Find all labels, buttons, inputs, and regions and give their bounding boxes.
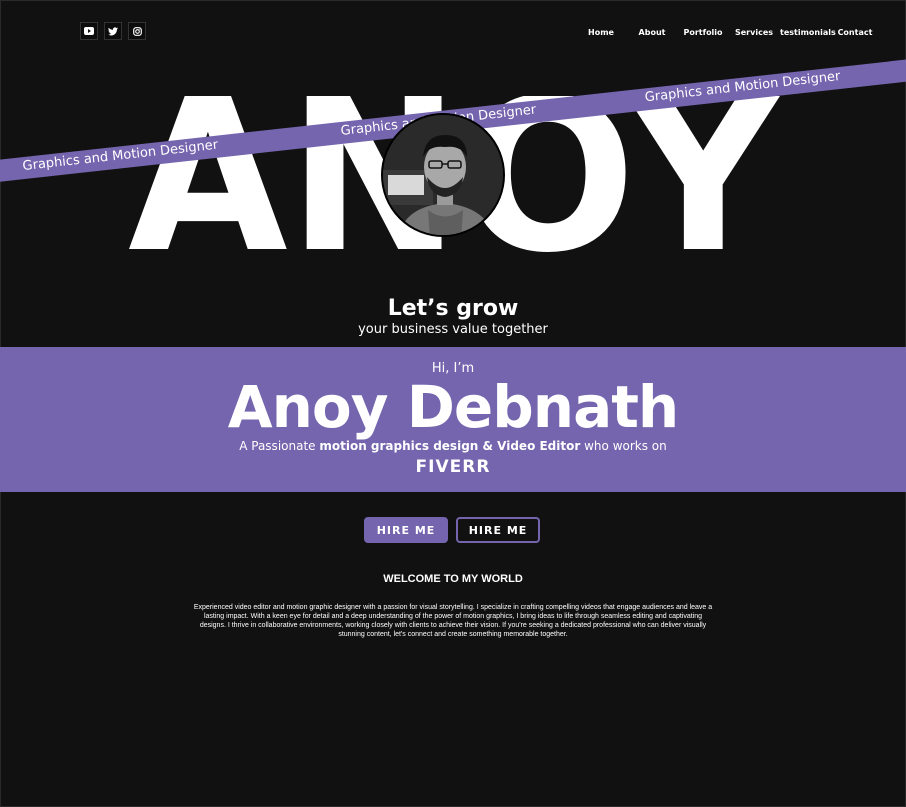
main-nav: Home About Portfolio Services testimonia… [576,28,880,37]
nav-services[interactable]: Services [728,28,780,37]
platform-name: FIVERR [415,457,491,477]
nav-testimonials[interactable]: testimonials [780,28,836,37]
tagline: A Passionate motion graphics design & Vi… [0,439,906,453]
intro-band: Hi, I’m Anoy Debnath A Passionate motion… [0,347,906,492]
twitter-icon[interactable] [104,22,122,40]
tagline-bold: motion graphics design & Video Editor [319,439,581,453]
youtube-icon[interactable] [80,22,98,40]
hire-me-outline-button[interactable]: HIRE ME [456,517,540,543]
person-name: Anoy Debnath [227,373,679,441]
avatar-illustration [383,115,503,235]
nav-home[interactable]: Home [576,28,626,37]
welcome-heading: WELCOME TO MY WORLD [383,573,523,585]
grow-subtitle: your business value together [358,322,548,337]
tagline-prefix: A Passionate [239,439,320,453]
nav-contact[interactable]: Contact [830,28,880,37]
grow-title: Let’s grow [387,296,519,321]
instagram-icon[interactable] [128,22,146,40]
nav-portfolio[interactable]: Portfolio [678,28,728,37]
tagline-suffix: who works on [580,439,667,453]
hire-me-button[interactable]: HIRE ME [364,517,448,543]
nav-about[interactable]: About [626,28,678,37]
about-text: Experienced video editor and motion grap… [193,604,713,638]
social-links [80,22,146,40]
profile-photo [381,113,505,237]
